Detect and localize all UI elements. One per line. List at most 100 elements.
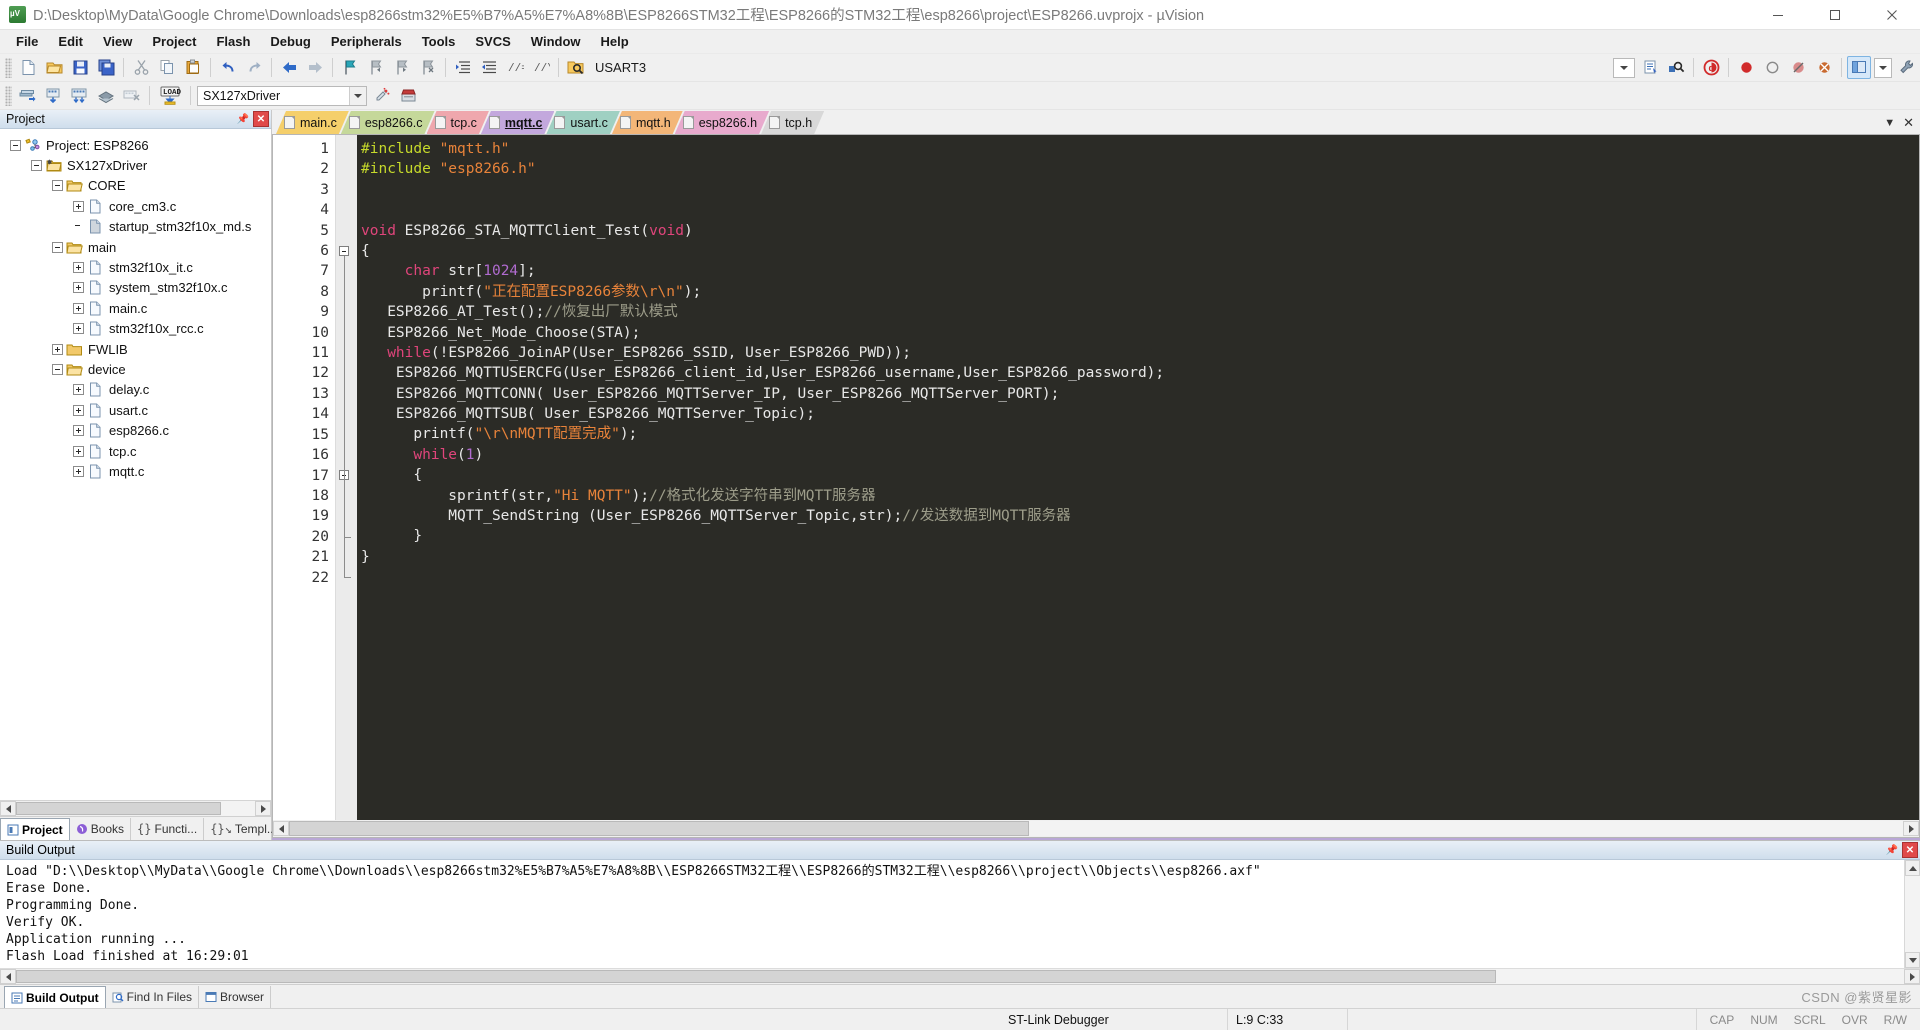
code-line[interactable]: ESP8266_MQTTUSERCFG(User_ESP8266_client_… bbox=[361, 363, 1919, 383]
tree-item[interactable]: Project: ESP8266 bbox=[0, 135, 271, 155]
project-tree[interactable]: Project: ESP8266 SX127xDriver CORE core_cm3… bbox=[0, 129, 271, 800]
navigate-forward-icon[interactable] bbox=[303, 56, 327, 79]
tree-item[interactable]: mqtt.c bbox=[0, 461, 271, 481]
close-button[interactable] bbox=[1863, 0, 1920, 30]
tree-item[interactable]: CORE bbox=[0, 176, 271, 196]
tab-books[interactable]: Books bbox=[70, 818, 132, 840]
tree-item[interactable]: usart.c bbox=[0, 400, 271, 420]
code-line[interactable] bbox=[361, 180, 1919, 200]
code-line[interactable]: printf("正在配置ESP8266参数\r\n"); bbox=[361, 282, 1919, 302]
copy-icon[interactable] bbox=[155, 56, 179, 79]
configure-icon[interactable] bbox=[1895, 56, 1919, 79]
scroll-down-icon[interactable] bbox=[1905, 952, 1920, 968]
download-to-flash-icon[interactable]: LOAD bbox=[155, 84, 185, 107]
code-line[interactable]: void ESP8266_STA_MQTTClient_Test(void) bbox=[361, 221, 1919, 241]
code-line[interactable] bbox=[361, 567, 1919, 587]
bookmark-clear-icon[interactable] bbox=[416, 56, 440, 79]
redo-icon[interactable] bbox=[242, 56, 266, 79]
code-line[interactable]: ESP8266_AT_Test();//恢复出厂默认模式 bbox=[361, 302, 1919, 322]
scroll-left-icon[interactable] bbox=[0, 801, 16, 816]
code-line[interactable]: ESP8266_MQTTSUB( User_ESP8266_MQTTServer… bbox=[361, 404, 1919, 424]
tree-item[interactable]: tcp.c bbox=[0, 441, 271, 461]
menu-flash[interactable]: Flash bbox=[206, 31, 260, 52]
tree-expander-plus-icon[interactable] bbox=[73, 425, 84, 437]
tabstrip-close-icon[interactable]: ✕ bbox=[1903, 115, 1914, 131]
chevron-down-icon[interactable] bbox=[349, 86, 366, 105]
save-icon[interactable] bbox=[68, 56, 92, 79]
menu-help[interactable]: Help bbox=[591, 31, 639, 52]
menu-file[interactable]: File bbox=[6, 31, 48, 52]
tree-expander-minus-icon[interactable] bbox=[52, 180, 63, 192]
tree-expander-plus-icon[interactable] bbox=[73, 200, 84, 212]
code-line[interactable]: while(!ESP8266_JoinAP(User_ESP8266_SSID,… bbox=[361, 343, 1919, 363]
tree-expander-minus-icon[interactable] bbox=[10, 139, 21, 151]
editor-tab-mqtt-c[interactable]: mqtt.c bbox=[481, 111, 555, 134]
tree-expander-plus-icon[interactable] bbox=[73, 404, 84, 416]
find-history-dropdown[interactable] bbox=[1613, 57, 1635, 78]
disable-breakpoint-icon[interactable] bbox=[1760, 56, 1784, 79]
window-layout-icon[interactable] bbox=[1847, 56, 1871, 79]
batch-build-icon[interactable] bbox=[94, 84, 118, 107]
fold-collapse-icon[interactable] bbox=[339, 245, 349, 256]
tab-functions[interactable]: {} Functi... bbox=[131, 818, 205, 840]
tab-browser[interactable]: Browser bbox=[199, 986, 272, 1008]
save-all-icon[interactable] bbox=[94, 56, 118, 79]
rebuild-all-icon[interactable] bbox=[68, 84, 92, 107]
tree-expander-plus-icon[interactable] bbox=[73, 384, 84, 396]
tree-item[interactable]: stm32f10x_rcc.c bbox=[0, 319, 271, 339]
menu-view[interactable]: View bbox=[93, 31, 142, 52]
toolbar-grip[interactable] bbox=[5, 57, 12, 78]
code-line[interactable]: char str[1024]; bbox=[361, 261, 1919, 281]
scroll-right-icon[interactable] bbox=[255, 801, 271, 816]
tab-build-output[interactable]: Build Output bbox=[4, 986, 106, 1008]
code-line[interactable]: while(1) bbox=[361, 445, 1919, 465]
editor-tab-esp8266-h[interactable]: esp8266.h bbox=[675, 111, 769, 134]
code-line[interactable]: { bbox=[361, 241, 1919, 261]
tab-find-in-files[interactable]: Find In Files bbox=[106, 986, 200, 1008]
build-output-hscrollbar[interactable] bbox=[0, 968, 1920, 984]
tree-expander-minus-icon[interactable] bbox=[52, 363, 63, 375]
tree-expander-plus-icon[interactable] bbox=[73, 323, 84, 335]
editor-tab-esp8266-c[interactable]: esp8266.c bbox=[341, 111, 435, 134]
code-line[interactable]: MQTT_SendString (User_ESP8266_MQTTServer… bbox=[361, 506, 1919, 526]
manage-runtime-icon[interactable] bbox=[396, 84, 420, 107]
tabstrip-menu-icon[interactable]: ▼ bbox=[1884, 117, 1895, 129]
editor-hscrollbar[interactable] bbox=[272, 820, 1920, 838]
code-line[interactable]: } bbox=[361, 526, 1919, 546]
code-line[interactable]: #include "esp8266.h" bbox=[361, 159, 1919, 179]
tree-expander-plus-icon[interactable] bbox=[73, 445, 84, 457]
stop-build-icon[interactable] bbox=[120, 84, 144, 107]
code-line[interactable]: #include "mqtt.h" bbox=[361, 139, 1919, 159]
menu-debug[interactable]: Debug bbox=[260, 31, 320, 52]
menu-project[interactable]: Project bbox=[142, 31, 206, 52]
scroll-right-icon[interactable] bbox=[1903, 821, 1919, 836]
kill-all-breakpoints-icon[interactable] bbox=[1812, 56, 1836, 79]
debug-session-icon[interactable]: d bbox=[1699, 56, 1723, 79]
code-line[interactable]: } bbox=[361, 547, 1919, 567]
disable-all-breakpoints-icon[interactable] bbox=[1786, 56, 1810, 79]
menu-tools[interactable]: Tools bbox=[412, 31, 466, 52]
pin-icon[interactable]: 📌 bbox=[235, 111, 251, 127]
project-tree-hscrollbar[interactable] bbox=[0, 800, 271, 816]
insert-bookmark-icon[interactable] bbox=[1638, 56, 1662, 79]
tree-item[interactable]: system_stm32f10x.c bbox=[0, 278, 271, 298]
code-line[interactable]: ESP8266_MQTTCONN( User_ESP8266_MQTTServe… bbox=[361, 384, 1919, 404]
indent-decrease-icon[interactable] bbox=[477, 56, 501, 79]
find-icon[interactable] bbox=[1664, 56, 1688, 79]
scroll-left-icon[interactable] bbox=[0, 969, 16, 984]
tree-expander-plus-icon[interactable] bbox=[52, 343, 63, 355]
tree-item[interactable]: SX127xDriver bbox=[0, 155, 271, 175]
build-target-icon[interactable] bbox=[42, 84, 66, 107]
editor-tab-tcp-c[interactable]: tcp.c bbox=[427, 111, 489, 134]
code-editor[interactable]: 1 2 3 4 5 6 7 8 9 10 11 12 13 14 15 16 17 18 19 20 21 22 #inc… bbox=[272, 134, 1920, 820]
navigate-back-icon[interactable] bbox=[277, 56, 301, 79]
tree-expander-plus-icon[interactable] bbox=[73, 302, 84, 314]
paste-icon[interactable] bbox=[181, 56, 205, 79]
target-options-icon[interactable] bbox=[370, 84, 394, 107]
tree-expander-minus-icon[interactable] bbox=[31, 160, 42, 172]
bookmark-prev-icon[interactable] bbox=[364, 56, 388, 79]
new-file-icon[interactable] bbox=[16, 56, 40, 79]
minimize-button[interactable] bbox=[1749, 0, 1806, 30]
code-line[interactable]: { bbox=[361, 465, 1919, 485]
tree-expander-plus-icon[interactable] bbox=[73, 262, 84, 274]
